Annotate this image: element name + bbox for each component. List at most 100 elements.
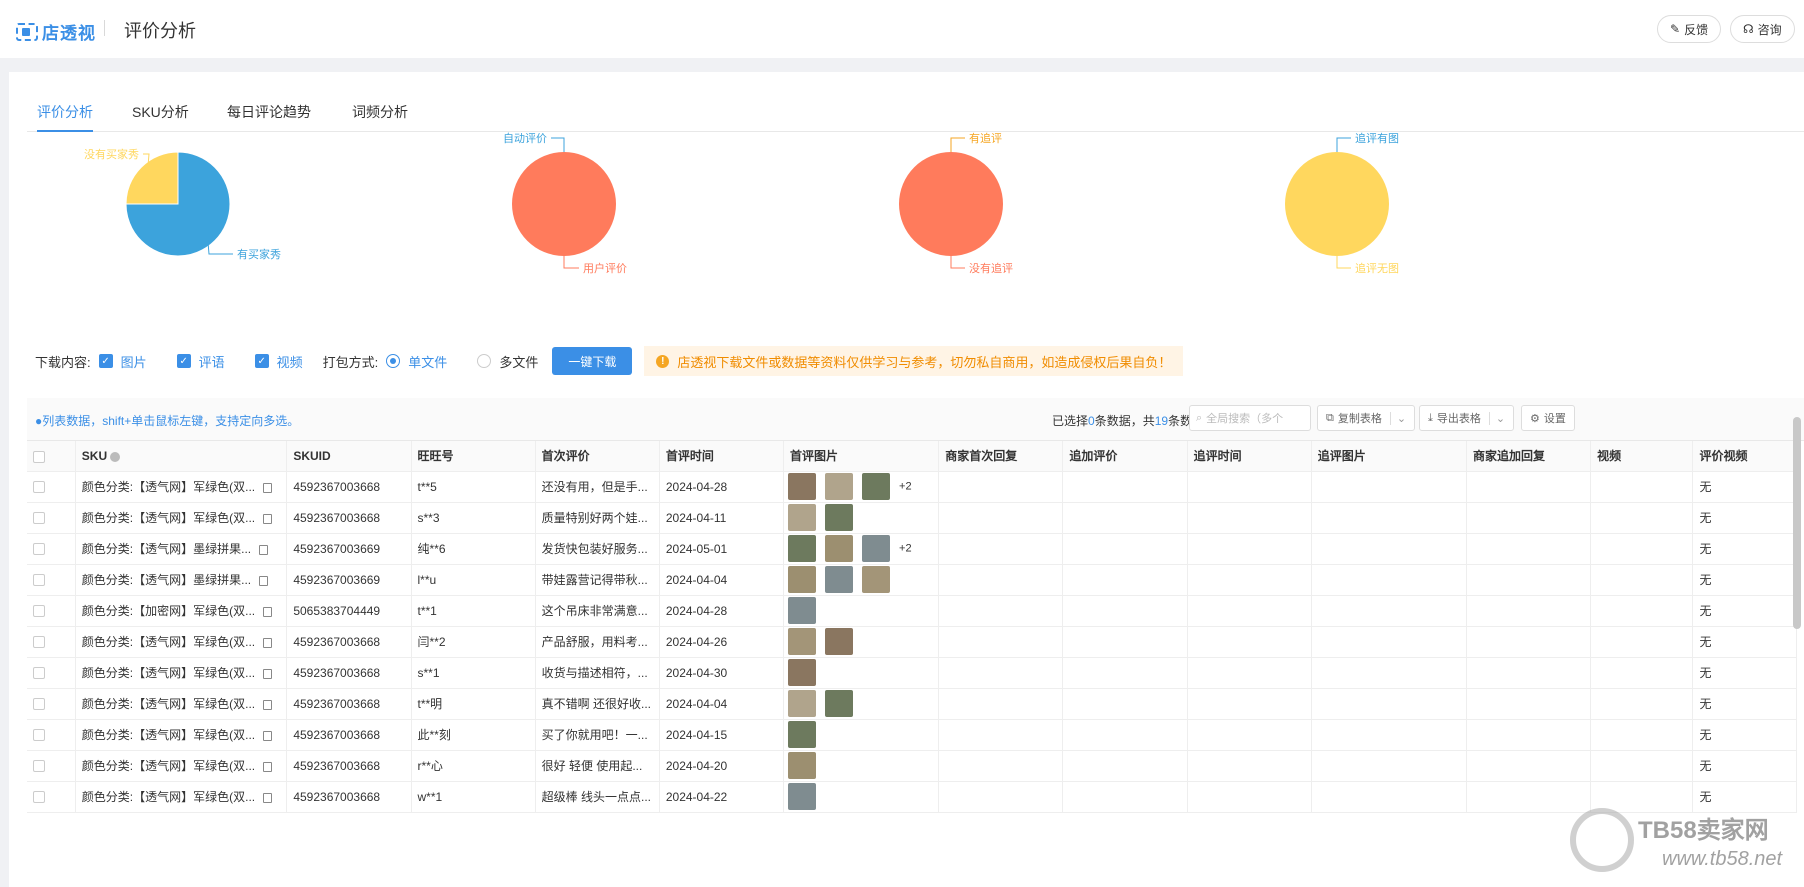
row-checkbox[interactable]	[33, 636, 45, 649]
review-thumbnail[interactable]	[825, 504, 854, 531]
row-checkbox[interactable]	[33, 481, 45, 494]
comment-option-label[interactable]: 评语	[199, 352, 225, 371]
col-skuid[interactable]: SKUID	[286, 441, 412, 472]
copy-icon[interactable]	[259, 544, 269, 555]
table-row[interactable]: 颜色分类:【透气网】军绿色(双... 4592367003668 s**1 收货…	[27, 657, 1797, 689]
review-thumbnail[interactable]	[788, 783, 817, 810]
row-checkbox[interactable]	[33, 760, 45, 773]
copy-icon[interactable]	[263, 730, 273, 741]
review-thumbnail[interactable]	[862, 566, 891, 593]
select-all-checkbox[interactable]	[33, 450, 45, 463]
table-row[interactable]: 颜色分类:【透气网】军绿色(双... 4592367003668 闫**2 产品…	[27, 626, 1797, 658]
table-row[interactable]: 颜色分类:【透气网】军绿色(双... 4592367003668 此**刻 买了…	[27, 719, 1797, 751]
review-thumbnail[interactable]	[788, 535, 817, 562]
single-file-label[interactable]: 单文件	[408, 352, 447, 371]
row-checkbox[interactable]	[33, 667, 45, 680]
more-images-count[interactable]: +2	[899, 481, 912, 493]
row-select-cell[interactable]	[27, 719, 76, 751]
table-row[interactable]: 颜色分类:【透气网】军绿色(双... 4592367003668 s**3 质量…	[27, 502, 1797, 534]
review-thumbnail[interactable]	[788, 473, 817, 500]
settings-button[interactable]: ⚙ 设置	[1521, 405, 1575, 431]
col-merchant-first-reply[interactable]: 商家首次回复	[938, 441, 1064, 472]
table-row[interactable]: 颜色分类:【透气网】墨绿拼果... 4592367003669 l**u 带娃露…	[27, 564, 1797, 596]
col-merchant-additional-reply[interactable]: 商家追加回复	[1466, 441, 1592, 472]
video-option-label[interactable]: 视频	[277, 352, 303, 371]
review-thumbnail[interactable]	[788, 721, 817, 748]
row-select-cell[interactable]	[27, 688, 76, 720]
review-thumbnail[interactable]	[825, 535, 854, 562]
comment-checkbox[interactable]: ✓	[176, 354, 191, 368]
row-select-cell[interactable]	[27, 595, 76, 627]
row-checkbox[interactable]	[33, 574, 45, 587]
row-checkbox[interactable]	[33, 729, 45, 742]
table-row[interactable]: 颜色分类:【透气网】军绿色(双... 4592367003668 t**5 还没…	[27, 471, 1797, 503]
multi-file-radio[interactable]	[477, 354, 492, 368]
copy-icon[interactable]	[259, 575, 269, 586]
copy-table-button[interactable]: ⧉ 复制表格 ⌄	[1317, 405, 1416, 431]
col-wangwang[interactable]: 旺旺号	[411, 441, 536, 472]
logo[interactable]: 店透视	[16, 19, 96, 44]
download-button[interactable]: 一键下载	[552, 347, 633, 375]
review-thumbnail[interactable]	[788, 597, 817, 624]
col-first-review-time[interactable]: 首评时间	[659, 441, 785, 472]
row-checkbox[interactable]	[33, 512, 45, 525]
row-select-cell[interactable]	[27, 626, 76, 658]
copy-icon[interactable]	[263, 792, 273, 803]
select-all-cell[interactable]	[27, 441, 76, 472]
review-thumbnail[interactable]	[788, 690, 817, 717]
more-images-count[interactable]: +2	[899, 543, 912, 555]
review-thumbnail[interactable]	[825, 628, 854, 655]
copy-icon[interactable]	[263, 668, 273, 679]
col-sku[interactable]: SKU	[75, 441, 288, 472]
review-thumbnail[interactable]	[788, 566, 817, 593]
chevron-down-icon[interactable]: ⌄	[1488, 411, 1505, 425]
col-additional-review-images[interactable]: 追评图片	[1311, 441, 1467, 472]
col-additional-review[interactable]: 追加评价	[1062, 441, 1188, 472]
row-checkbox[interactable]	[33, 791, 45, 804]
consult-button[interactable]: ☊ 咨询	[1730, 15, 1795, 43]
table-row[interactable]: 颜色分类:【透气网】军绿色(双... 4592367003668 w**1 超级…	[27, 781, 1797, 813]
col-additional-review-time[interactable]: 追评时间	[1187, 441, 1312, 472]
multi-file-label[interactable]: 多文件	[499, 352, 538, 371]
row-select-cell[interactable]	[27, 750, 76, 782]
col-first-review-images[interactable]: 首评图片	[783, 441, 940, 472]
row-select-cell[interactable]	[27, 657, 76, 689]
global-search-input[interactable]: ⌕ 全局搜索（多个	[1189, 405, 1311, 431]
feedback-button[interactable]: ✎ 反馈	[1657, 15, 1722, 43]
copy-icon[interactable]	[263, 606, 273, 617]
table-row[interactable]: 颜色分类:【透气网】墨绿拼果... 4592367003669 纯**6 发货快…	[27, 533, 1797, 565]
review-thumbnail[interactable]	[862, 535, 891, 562]
col-review-video[interactable]: 评价视频	[1692, 441, 1797, 472]
review-thumbnail[interactable]	[788, 752, 817, 779]
help-icon[interactable]	[110, 451, 121, 462]
row-select-cell[interactable]	[27, 533, 76, 565]
review-thumbnail[interactable]	[788, 628, 817, 655]
table-row[interactable]: 颜色分类:【透气网】军绿色(双... 4592367003668 t**明 真不…	[27, 688, 1797, 720]
col-first-review[interactable]: 首次评价	[535, 441, 660, 472]
copy-icon[interactable]	[263, 513, 273, 524]
review-thumbnail[interactable]	[788, 504, 817, 531]
image-option-label[interactable]: 图片	[121, 352, 147, 371]
review-thumbnail[interactable]	[825, 690, 854, 717]
row-select-cell[interactable]	[27, 781, 76, 813]
row-checkbox[interactable]	[33, 543, 45, 556]
copy-icon[interactable]	[263, 482, 273, 493]
row-checkbox[interactable]	[33, 698, 45, 711]
single-file-radio[interactable]	[386, 354, 401, 368]
row-checkbox[interactable]	[33, 605, 45, 618]
row-select-cell[interactable]	[27, 502, 76, 534]
review-thumbnail[interactable]	[825, 566, 854, 593]
col-video[interactable]: 视频	[1590, 441, 1694, 472]
table-scrollbar[interactable]	[1793, 417, 1801, 629]
review-thumbnail[interactable]	[825, 473, 854, 500]
image-checkbox[interactable]: ✓	[98, 354, 113, 368]
table-row[interactable]: 颜色分类:【透气网】军绿色(双... 4592367003668 r**心 很好…	[27, 750, 1797, 782]
copy-icon[interactable]	[263, 761, 273, 772]
table-row[interactable]: 颜色分类:【加密网】军绿色(双... 5065383704449 t**1 这个…	[27, 595, 1797, 627]
copy-icon[interactable]	[263, 699, 273, 710]
row-select-cell[interactable]	[27, 564, 76, 596]
row-select-cell[interactable]	[27, 471, 76, 503]
copy-icon[interactable]	[263, 637, 273, 648]
export-table-button[interactable]: ⤓ 导出表格 ⌄	[1419, 405, 1515, 431]
video-checkbox[interactable]: ✓	[254, 354, 269, 368]
